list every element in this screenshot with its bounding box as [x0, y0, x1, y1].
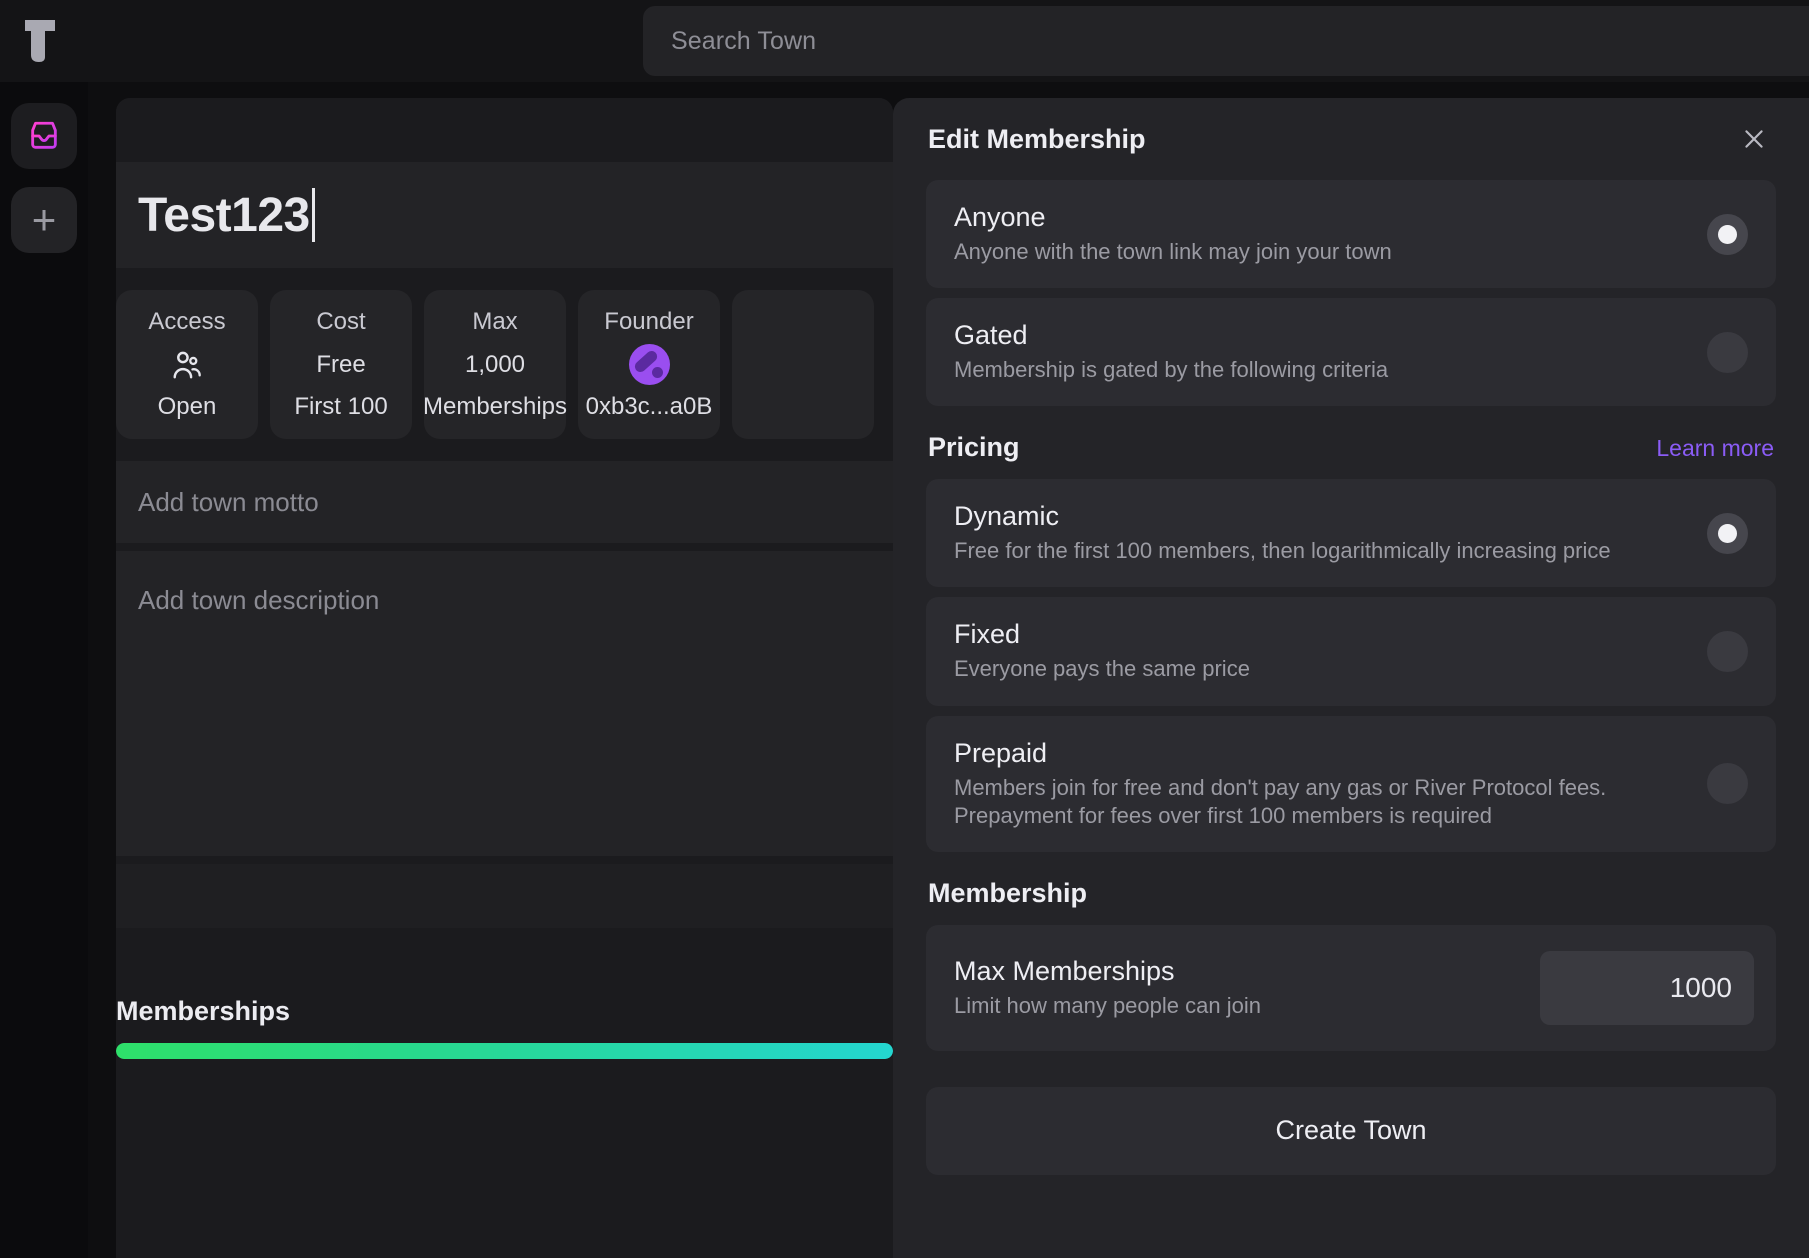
stat-card-value: 0xb3c...a0B — [586, 393, 713, 421]
close-panel-button[interactable] — [1734, 119, 1774, 159]
option-text: Dynamic Free for the first 100 members, … — [954, 501, 1687, 565]
rail-item-inbox[interactable] — [11, 103, 77, 169]
stat-card-max[interactable]: Max 1,000 Memberships — [424, 290, 566, 439]
stat-card-mid-value: Free — [316, 351, 365, 379]
option-title: Anyone — [954, 202, 1687, 233]
radio-inner-dot — [1718, 225, 1737, 244]
stat-card-cost[interactable]: Cost Free First 100 — [270, 290, 412, 439]
stat-card-founder[interactable]: Founder 0xb3c...a0B — [578, 290, 720, 439]
inbox-icon — [27, 119, 61, 153]
stat-card-label: Access — [148, 308, 225, 336]
left-rail: + — [0, 82, 88, 1258]
membership-heading: Membership — [928, 878, 1087, 909]
avatar-dot — [652, 367, 663, 378]
create-town-button[interactable]: Create Town — [926, 1087, 1776, 1175]
stat-card-mid: Free — [316, 336, 365, 393]
town-name-text: Test123 — [138, 188, 315, 243]
stat-card-mid — [170, 336, 204, 393]
pricing-option-fixed[interactable]: Fixed Everyone pays the same price — [926, 597, 1776, 705]
stat-card-value: First 100 — [294, 393, 387, 421]
pricing-option-dynamic[interactable]: Dynamic Free for the first 100 members, … — [926, 479, 1776, 587]
option-text: Anyone Anyone with the town link may joi… — [954, 202, 1687, 266]
option-title: Dynamic — [954, 501, 1687, 532]
option-title: Fixed — [954, 619, 1687, 650]
avatar-icon — [629, 344, 670, 385]
main-header-spacer — [116, 98, 893, 162]
stat-card-mid — [629, 336, 670, 393]
memberships-heading: Memberships — [116, 996, 893, 1043]
learn-more-link[interactable]: Learn more — [1656, 435, 1774, 462]
memberships-section: Memberships — [116, 996, 893, 1059]
search-input-placeholder: Search Town — [671, 27, 816, 56]
radio-pricing-dynamic[interactable] — [1707, 513, 1748, 554]
town-motto-field[interactable]: Add town motto — [116, 461, 893, 543]
town-motto-placeholder: Add town motto — [138, 487, 319, 518]
town-description-field[interactable]: Add town description — [116, 551, 893, 856]
option-description: Members join for free and don't pay any … — [954, 774, 1687, 830]
radio-pricing-fixed[interactable] — [1707, 631, 1748, 672]
option-text: Prepaid Members join for free and don't … — [954, 738, 1687, 830]
app-root: Search Town + Test123 — [0, 0, 1809, 1258]
max-memberships-text: Max Memberships Limit how many people ca… — [954, 956, 1520, 1020]
town-stat-cards: Access Open Cost Free First 100 — [116, 268, 893, 439]
panel-header: Edit Membership — [926, 98, 1776, 180]
stat-card-value: Memberships — [423, 393, 567, 421]
option-text: Fixed Everyone pays the same price — [954, 619, 1687, 683]
text-caret — [312, 188, 315, 242]
option-title: Prepaid — [954, 738, 1687, 769]
close-icon — [1741, 126, 1767, 152]
pricing-heading: Pricing — [928, 432, 1020, 463]
radio-access-gated[interactable] — [1707, 332, 1748, 373]
stat-card-mid-value: 1,000 — [465, 351, 525, 379]
main-divider — [116, 864, 893, 928]
stat-card-value: Open — [158, 393, 217, 421]
max-memberships-description: Limit how many people can join — [954, 992, 1520, 1020]
stat-card-label: Founder — [604, 308, 693, 336]
stat-card-access[interactable]: Access Open — [116, 290, 258, 439]
town-description-placeholder: Add town description — [138, 585, 379, 615]
stat-card-label: Cost — [316, 308, 365, 336]
search-bar[interactable]: Search Town — [643, 6, 1809, 76]
app-logo[interactable] — [0, 0, 82, 82]
memberships-progress-bar — [116, 1043, 893, 1059]
option-description: Membership is gated by the following cri… — [954, 356, 1687, 384]
pricing-section-header: Pricing Learn more — [928, 432, 1774, 463]
radio-pricing-prepaid[interactable] — [1707, 763, 1748, 804]
rail-item-add[interactable]: + — [11, 187, 77, 253]
town-editor-main: Test123 Access Open Cost — [116, 98, 893, 1258]
stat-card-overflow[interactable] — [732, 290, 874, 439]
panel-title: Edit Membership — [928, 124, 1146, 155]
option-description: Free for the first 100 members, then log… — [954, 537, 1687, 565]
radio-inner-dot — [1718, 524, 1737, 543]
option-description: Anyone with the town link may join your … — [954, 238, 1687, 266]
stat-card-label: Max — [472, 308, 517, 336]
radio-access-anyone[interactable] — [1707, 214, 1748, 255]
pricing-option-prepaid[interactable]: Prepaid Members join for free and don't … — [926, 716, 1776, 852]
edit-membership-panel: Edit Membership Anyone Anyone with the t… — [893, 98, 1809, 1258]
option-title: Gated — [954, 320, 1687, 351]
max-memberships-input[interactable]: 1000 — [1540, 951, 1754, 1025]
memberships-progress-fill — [116, 1043, 893, 1059]
town-name-value: Test123 — [138, 188, 310, 243]
town-name-field[interactable]: Test123 — [116, 162, 893, 268]
access-option-gated[interactable]: Gated Membership is gated by the followi… — [926, 298, 1776, 406]
town-t-logo-icon — [21, 17, 61, 65]
access-option-anyone[interactable]: Anyone Anyone with the town link may joi… — [926, 180, 1776, 288]
stat-card-mid: 1,000 — [465, 336, 525, 393]
people-icon — [170, 350, 204, 380]
membership-section-header: Membership — [928, 878, 1774, 909]
option-text: Gated Membership is gated by the followi… — [954, 320, 1687, 384]
max-memberships-row: Max Memberships Limit how many people ca… — [926, 925, 1776, 1051]
option-description: Everyone pays the same price — [954, 655, 1687, 683]
plus-icon: + — [32, 199, 57, 241]
top-bar: Search Town — [0, 0, 1809, 82]
max-memberships-label: Max Memberships — [954, 956, 1520, 987]
